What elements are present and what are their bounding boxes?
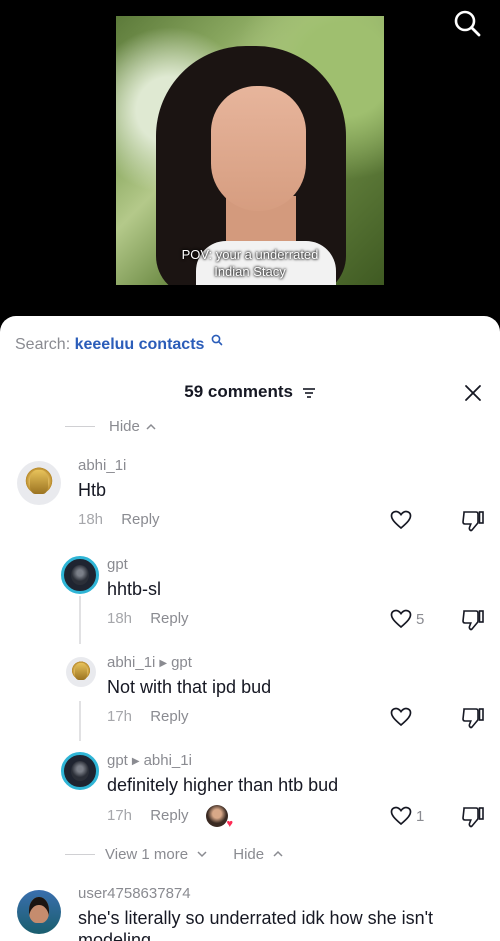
reply-to-arrow-icon: ▶ (159, 657, 168, 669)
reply-to-username[interactable]: gpt (171, 654, 192, 671)
comment-username[interactable]: abhi_1i (107, 654, 155, 671)
avatar[interactable] (61, 556, 99, 594)
dislike-icon[interactable] (461, 510, 485, 532)
video-area: POV: your a underrated Indian Stacy (0, 0, 500, 318)
search-prefix: Search: (15, 336, 71, 353)
thread-line (79, 701, 81, 741)
comment-text-continued: modeling (78, 930, 152, 941)
heart-icon[interactable] (390, 609, 412, 629)
reply-button[interactable]: Reply (121, 511, 159, 528)
comment-text: hhtb-sl (107, 579, 162, 599)
caption-line-2: Indian Stacy (214, 264, 286, 279)
sort-filter-icon[interactable] (302, 387, 316, 399)
comment-meta: 17h Reply (107, 807, 189, 824)
comment-time: 18h (107, 610, 133, 627)
avatar[interactable] (61, 752, 99, 790)
close-icon[interactable] (464, 384, 482, 402)
comment-time: 17h (107, 708, 133, 725)
search-suggestion[interactable]: Search: keeeluu contacts (15, 334, 223, 354)
heart-icon[interactable] (390, 707, 412, 727)
reply-to-arrow-icon: ▶ (131, 755, 140, 767)
replies-controls: View 1 more Hide (65, 846, 285, 863)
heart-icon[interactable] (390, 806, 412, 826)
caption-line-1: POV: your a underrated (181, 247, 319, 262)
reply-button[interactable]: Reply (150, 807, 188, 824)
like-count: 1 (416, 808, 425, 825)
reply-to-username[interactable]: abhi_1i (144, 752, 192, 769)
comments-count-title: 59 comments (184, 382, 293, 401)
small-search-icon (211, 334, 223, 346)
reply-button[interactable]: Reply (150, 708, 188, 725)
video-thumbnail[interactable] (116, 16, 384, 285)
chevron-up-icon (146, 423, 156, 430)
comment-time: 18h (78, 511, 104, 528)
comment-meta: 17h Reply (107, 708, 189, 725)
comment-text: definitely higher than htb bud (107, 775, 339, 795)
comment-text: Htb (78, 480, 107, 500)
avatar[interactable] (66, 657, 96, 687)
hide-replies-top[interactable]: Hide (65, 418, 158, 435)
reply-button[interactable]: Reply (150, 610, 188, 627)
avatar[interactable] (17, 461, 61, 505)
heart-icon[interactable] (390, 510, 412, 530)
video-caption: POV: your a underrated Indian Stacy (116, 246, 384, 280)
comment-meta: 18h Reply (107, 610, 189, 627)
comment-text: Not with that ipd bud (107, 677, 272, 697)
chevron-down-icon (197, 851, 207, 858)
hide-label: Hide (109, 418, 140, 435)
view-more-label: View 1 more (105, 846, 189, 863)
avatar[interactable] (17, 890, 61, 934)
comments-header: 59 comments (0, 382, 500, 406)
heart-icon: ♥ (226, 818, 233, 830)
dislike-icon[interactable] (461, 707, 485, 729)
dislike-icon[interactable] (461, 609, 485, 631)
comment-text: she's literally so underrated idk how sh… (78, 908, 434, 928)
comment-username[interactable]: gpt (107, 752, 128, 769)
hide-label: Hide (233, 846, 265, 863)
hide-replies-bottom[interactable]: Hide (233, 846, 285, 863)
search-icon[interactable] (452, 8, 482, 38)
view-more-button[interactable]: View 1 more (105, 846, 209, 863)
like-count: 5 (416, 611, 425, 628)
comment-time: 17h (107, 807, 133, 824)
comment-meta: 18h Reply (78, 511, 160, 528)
comments-sheet: Search: keeeluu contacts 59 comments Hid… (0, 316, 500, 941)
dislike-icon[interactable] (461, 806, 485, 828)
chevron-up-icon (273, 850, 283, 857)
comment-username[interactable]: user4758637874 (78, 885, 191, 902)
comment-username[interactable]: gpt (107, 556, 128, 573)
search-term[interactable]: keeeluu contacts (75, 336, 205, 353)
comment-username-row: abhi_1i ▶ gpt (107, 654, 192, 671)
thread-line (79, 596, 81, 644)
creator-liked-badge: ♥ (206, 805, 233, 830)
comment-username-row: gpt ▶ abhi_1i (107, 752, 192, 769)
comment-username[interactable]: abhi_1i (78, 457, 126, 474)
